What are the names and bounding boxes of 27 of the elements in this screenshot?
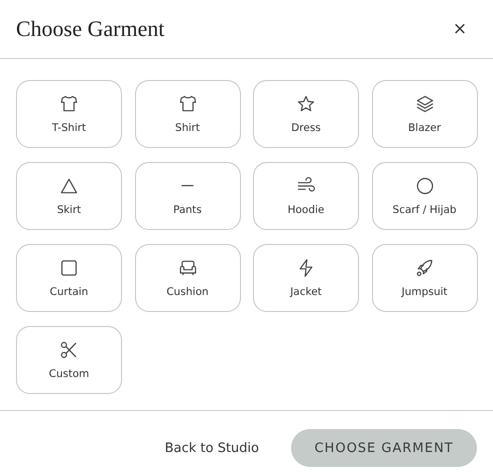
garment-option[interactable]: Blazer [372, 80, 478, 148]
dialog-title: Choose Garment [16, 16, 164, 42]
shirt-icon [59, 94, 79, 114]
minus-icon [181, 185, 194, 187]
star-icon [296, 94, 316, 114]
garment-option[interactable]: T-Shirt [16, 80, 122, 148]
garment-option[interactable]: Scarf / Hijab [372, 162, 478, 230]
garment-option[interactable]: Curtain [16, 244, 122, 312]
garment-option[interactable]: Pants [134, 162, 240, 230]
garment-option[interactable]: Jumpsuit [372, 244, 478, 312]
garment-option[interactable]: Cushion [134, 244, 240, 312]
garment-option[interactable]: Shirt [134, 80, 240, 148]
garment-option[interactable]: Hoodie [253, 162, 359, 230]
circle-icon [414, 176, 434, 196]
garment-option[interactable]: Jacket [253, 244, 359, 312]
square-icon [59, 258, 79, 278]
shirt-icon [178, 94, 198, 114]
back-link[interactable]: Back to Studio [164, 440, 259, 456]
garment-option[interactable]: Custom [16, 326, 122, 394]
layers-icon [414, 94, 434, 114]
rocket-icon [414, 258, 434, 278]
sofa-icon [178, 258, 198, 278]
triangle-icon [59, 176, 79, 196]
garment-option[interactable]: Dress [253, 80, 359, 148]
scissors-icon [59, 340, 79, 360]
garment-option[interactable]: Skirt [16, 162, 122, 230]
close-button[interactable]: × [448, 17, 471, 41]
